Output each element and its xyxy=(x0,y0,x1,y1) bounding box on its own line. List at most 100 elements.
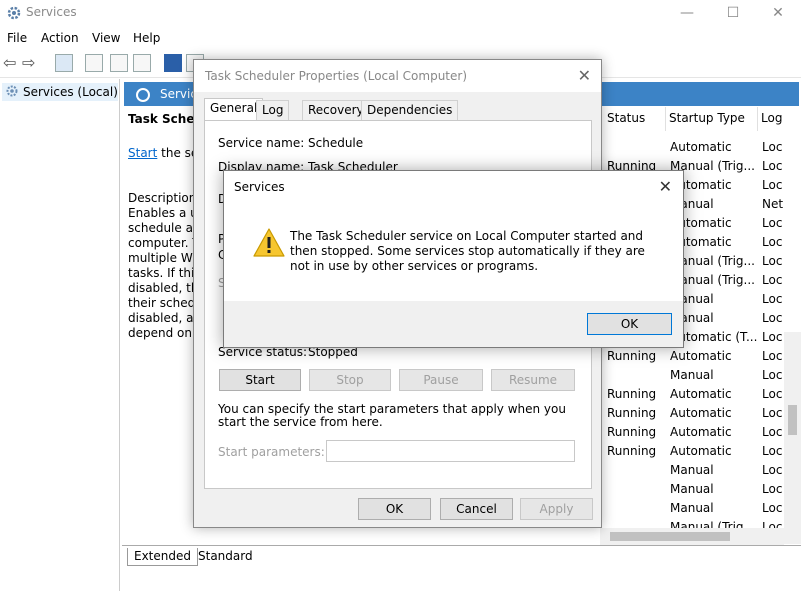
table-row[interactable]: Running Automatic Loc xyxy=(607,387,801,405)
vertical-scrollbar[interactable] xyxy=(784,332,801,544)
tab-log-on[interactable]: Log On xyxy=(256,100,290,135)
menu-help[interactable]: Help xyxy=(133,31,160,45)
cell-log: Loc xyxy=(762,216,783,230)
pause-button[interactable]: Pause xyxy=(399,369,483,391)
service-name-label: Service name: xyxy=(218,136,305,150)
cell-status: Running xyxy=(607,387,657,401)
cell-log: Loc xyxy=(762,444,783,458)
properties-ok-button[interactable]: OK xyxy=(358,498,431,520)
export-list-icon[interactable] xyxy=(133,54,151,72)
tab-recovery[interactable]: Recovery xyxy=(302,100,370,120)
tab-extended[interactable]: Extended xyxy=(127,548,198,566)
cell-log: Loc xyxy=(762,463,783,477)
resume-button[interactable]: Resume xyxy=(491,369,575,391)
tab-dependencies[interactable]: Dependencies xyxy=(361,100,459,120)
scroll-thumb[interactable] xyxy=(788,405,797,435)
message-title: Services xyxy=(234,180,285,194)
tree-item-services-local[interactable]: Services (Local) xyxy=(2,83,118,101)
cell-startup: Automatic xyxy=(670,406,732,420)
cell-log: Loc xyxy=(762,349,783,363)
cell-startup: Automatic xyxy=(670,444,732,458)
refresh-icon[interactable] xyxy=(110,54,128,72)
cell-log: Loc xyxy=(762,235,783,249)
cell-startup: Automatic xyxy=(670,349,732,363)
start-parameters-note: You can specify the start parameters tha… xyxy=(218,402,566,429)
cell-startup: Manual xyxy=(670,463,714,477)
cell-log: Loc xyxy=(762,368,783,382)
cell-startup: Automatic xyxy=(670,425,732,439)
cell-log: Loc xyxy=(762,482,783,496)
table-row[interactable]: Manual Loc xyxy=(607,482,801,500)
services-gear-icon xyxy=(7,6,21,20)
close-button[interactable]: ✕ xyxy=(755,0,801,27)
start-parameters-label: Start parameters: xyxy=(218,445,325,459)
horizontal-scrollbar[interactable] xyxy=(600,528,784,545)
table-row[interactable]: Running Automatic Loc xyxy=(607,349,801,367)
search-icon xyxy=(136,88,150,102)
column-header-status[interactable]: Status xyxy=(604,107,666,131)
cell-status: Running xyxy=(607,406,657,420)
tab-standard[interactable]: Standard xyxy=(192,548,259,566)
message-footer: OK xyxy=(224,301,683,347)
table-row[interactable]: Manual Loc xyxy=(607,463,801,481)
tree-item-label: Services (Local) xyxy=(23,85,118,99)
cell-log: Loc xyxy=(762,159,783,173)
maximize-button[interactable]: ☐ xyxy=(710,0,756,27)
start-button[interactable]: Start xyxy=(219,369,301,391)
cell-log: Net xyxy=(762,197,784,211)
column-header-log-on-as[interactable]: Log xyxy=(758,107,801,131)
properties-icon[interactable] xyxy=(85,54,103,72)
menu-view[interactable]: View xyxy=(92,31,120,45)
cell-log: Loc xyxy=(762,273,783,287)
console-tree-icon[interactable] xyxy=(55,54,73,72)
forward-arrow-icon[interactable]: ⇨ xyxy=(22,53,35,72)
view-tabs: Extended Standard xyxy=(122,545,801,567)
cell-startup: Manual xyxy=(670,482,714,496)
menu-action[interactable]: Action xyxy=(41,31,79,45)
cell-status: Running xyxy=(607,349,657,363)
cell-log: Loc xyxy=(762,501,783,515)
cell-log: Loc xyxy=(762,140,783,154)
column-header-startup-type[interactable]: Startup Type xyxy=(666,107,758,131)
cell-startup: Manual xyxy=(670,368,714,382)
properties-close-button[interactable]: ✕ xyxy=(578,66,591,85)
properties-apply-button[interactable]: Apply xyxy=(520,498,593,520)
table-row[interactable]: Manual Loc xyxy=(607,368,801,386)
table-row[interactable]: Running Automatic Loc xyxy=(607,425,801,443)
scroll-thumb[interactable] xyxy=(610,532,730,541)
stop-button[interactable]: Stop xyxy=(309,369,391,391)
menu-bar: File Action View Help xyxy=(0,27,801,49)
description-label: Description: xyxy=(128,191,201,205)
tab-general[interactable]: General xyxy=(204,98,264,121)
cell-log: Loc xyxy=(762,406,783,420)
minimize-button[interactable]: — xyxy=(664,0,710,27)
table-row[interactable]: Manual Loc xyxy=(607,501,801,519)
message-ok-button[interactable]: OK xyxy=(587,313,672,335)
cell-status: Running xyxy=(607,444,657,458)
table-row[interactable]: Running Automatic Loc xyxy=(607,406,801,424)
properties-cancel-button[interactable]: Cancel xyxy=(440,498,513,520)
start-parameters-input[interactable] xyxy=(326,440,575,462)
warning-icon xyxy=(253,228,285,257)
cell-log: Loc xyxy=(762,178,783,192)
services-gear-icon xyxy=(6,85,18,97)
cell-log: Loc xyxy=(762,387,783,401)
cell-startup: Automatic xyxy=(670,387,732,401)
cell-log: Loc xyxy=(762,292,783,306)
start-service-link[interactable]: Start xyxy=(128,146,157,160)
menu-file[interactable]: File xyxy=(7,31,27,45)
services-message-box: Services ✕ The Task Scheduler service on… xyxy=(223,170,684,348)
back-arrow-icon[interactable]: ⇦ xyxy=(3,53,16,72)
window-title: Services xyxy=(26,5,77,19)
cell-log: Loc xyxy=(762,311,783,325)
table-row[interactable]: Automatic Loc xyxy=(607,140,801,158)
message-close-button[interactable]: ✕ xyxy=(659,177,672,196)
help-icon[interactable] xyxy=(164,54,182,72)
cell-status: Running xyxy=(607,425,657,439)
cell-log: Loc xyxy=(762,254,783,268)
table-row[interactable]: Running Automatic Loc xyxy=(607,444,801,462)
properties-title: Task Scheduler Properties (Local Compute… xyxy=(205,69,467,83)
cell-startup: Automatic xyxy=(670,140,732,154)
title-bar: Services — ☐ ✕ xyxy=(0,0,801,27)
cell-startup: Manual xyxy=(670,501,714,515)
